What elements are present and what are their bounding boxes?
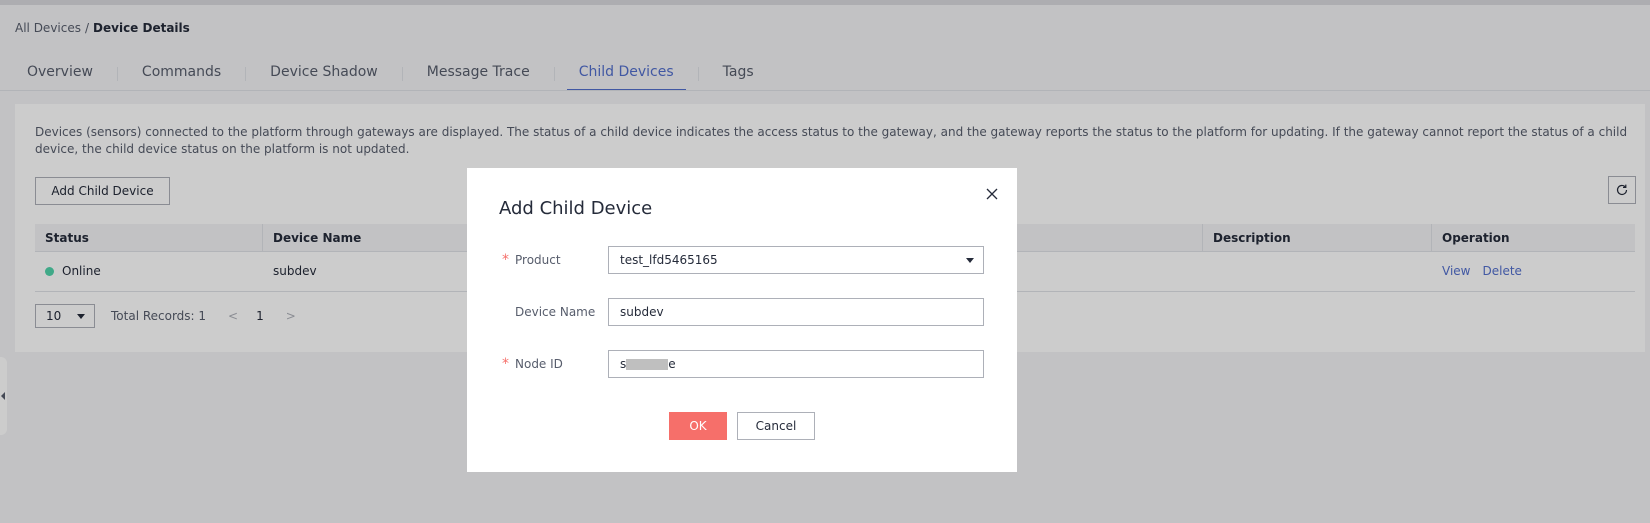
form-row-node-id: * Node ID se <box>467 350 1017 378</box>
required-marker: * <box>502 356 509 372</box>
device-name-value: subdev <box>620 305 664 319</box>
form-row-device-name: Device Name subdev <box>467 298 1017 326</box>
product-select[interactable]: test_lfd5465165 <box>608 246 984 274</box>
device-name-input[interactable]: subdev <box>608 298 984 326</box>
cancel-button[interactable]: Cancel <box>737 412 815 440</box>
node-id-label: Node ID <box>515 357 563 371</box>
add-child-device-dialog: Add Child Device * Product test_lfd54651… <box>467 168 1017 472</box>
close-icon[interactable] <box>986 188 998 200</box>
node-id-value-suffix: e <box>668 357 676 371</box>
chevron-down-icon <box>966 258 974 263</box>
redaction-mask <box>626 358 669 370</box>
ok-button[interactable]: OK <box>669 412 727 440</box>
product-label: Product <box>515 253 561 267</box>
node-id-input[interactable]: se <box>608 350 984 378</box>
device-name-label: Device Name <box>515 305 596 319</box>
dialog-title: Add Child Device <box>499 198 653 219</box>
required-marker: * <box>502 252 509 268</box>
form-row-product: * Product test_lfd5465165 <box>467 246 1017 274</box>
product-select-value: test_lfd5465165 <box>620 253 718 267</box>
